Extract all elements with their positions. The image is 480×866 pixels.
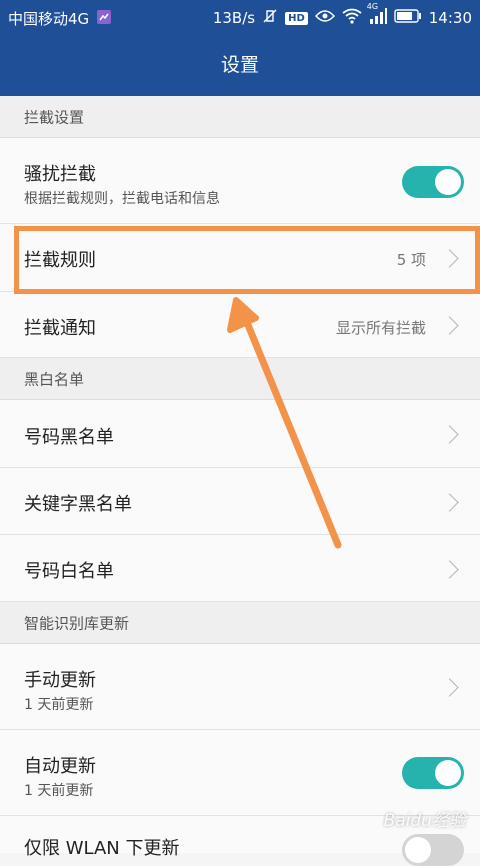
row-harass-intercept[interactable]: 骚扰拦截 根据拦截规则，拦截电话和信息 (0, 138, 480, 224)
hd-badge: HD (285, 11, 308, 25)
auto-update-toggle[interactable] (402, 757, 464, 789)
status-bar: 中国移动4G 13B/s HD 4G 14:30 (0, 0, 480, 34)
row-title: 仅限 WLAN 下更新 (24, 838, 180, 859)
row-title: 号码黑名单 (24, 427, 114, 448)
row-manual-update[interactable]: 手动更新 1 天前更新 (0, 644, 480, 730)
row-title: 自动更新 (24, 756, 96, 777)
network-speed: 13B/s (212, 9, 256, 27)
row-number-blacklist[interactable]: 号码黑名单 (0, 400, 480, 468)
row-auto-update[interactable]: 自动更新 1 天前更新 (0, 730, 480, 816)
row-subtitle: 1 天前更新 (24, 697, 94, 713)
signal-icon: 4G (367, 2, 387, 28)
chevron-right-icon (440, 678, 459, 697)
row-title: 关键字黑名单 (24, 494, 132, 515)
row-title: 号码白名单 (24, 561, 114, 582)
toggle-knob (405, 837, 431, 863)
section-header-intercept: 拦截设置 (0, 96, 480, 138)
app-bar: 设置 (0, 34, 480, 96)
toggle-knob (435, 169, 461, 195)
chevron-right-icon (440, 493, 459, 512)
row-title: 手动更新 (24, 670, 96, 691)
row-title: 骚扰拦截 (24, 164, 96, 185)
gallery-notification-icon (96, 9, 112, 29)
row-subtitle: 根据拦截规则，拦截电话和信息 (24, 191, 220, 207)
row-keyword-blacklist[interactable]: 关键字黑名单 (0, 468, 480, 535)
page-title: 设置 (220, 54, 259, 76)
clock: 14:30 (428, 9, 472, 27)
battery-icon (394, 9, 422, 27)
carrier-label: 中国移动4G (8, 10, 90, 28)
row-title: 拦截通知 (24, 318, 96, 339)
section-header-blackwhite: 黑白名单 (0, 358, 480, 400)
row-subtitle: 1 天前更新 (24, 783, 94, 799)
baidu-watermark: Baidu经验 (383, 811, 466, 831)
chevron-right-icon (440, 316, 459, 335)
wlan-only-toggle[interactable] (402, 834, 464, 866)
row-number-whitelist[interactable]: 号码白名单 (0, 535, 480, 602)
vibrate-off-icon (262, 8, 278, 28)
toggle-knob (435, 760, 461, 786)
chevron-right-icon (440, 560, 459, 579)
harass-intercept-toggle[interactable] (402, 166, 464, 198)
wifi-icon (342, 8, 362, 28)
eye-comfort-icon (314, 9, 335, 27)
row-value: 5 项 (396, 251, 426, 269)
row-intercept-notify[interactable]: 拦截通知 显示所有拦截 (0, 292, 480, 358)
row-intercept-rules[interactable]: 拦截规则 5 项 (0, 224, 480, 292)
row-value: 显示所有拦截 (335, 319, 426, 337)
row-title: 拦截规则 (24, 250, 96, 271)
chevron-right-icon (440, 425, 459, 444)
section-header-smartlib: 智能识别库更新 (0, 602, 480, 644)
chevron-right-icon (440, 249, 459, 268)
